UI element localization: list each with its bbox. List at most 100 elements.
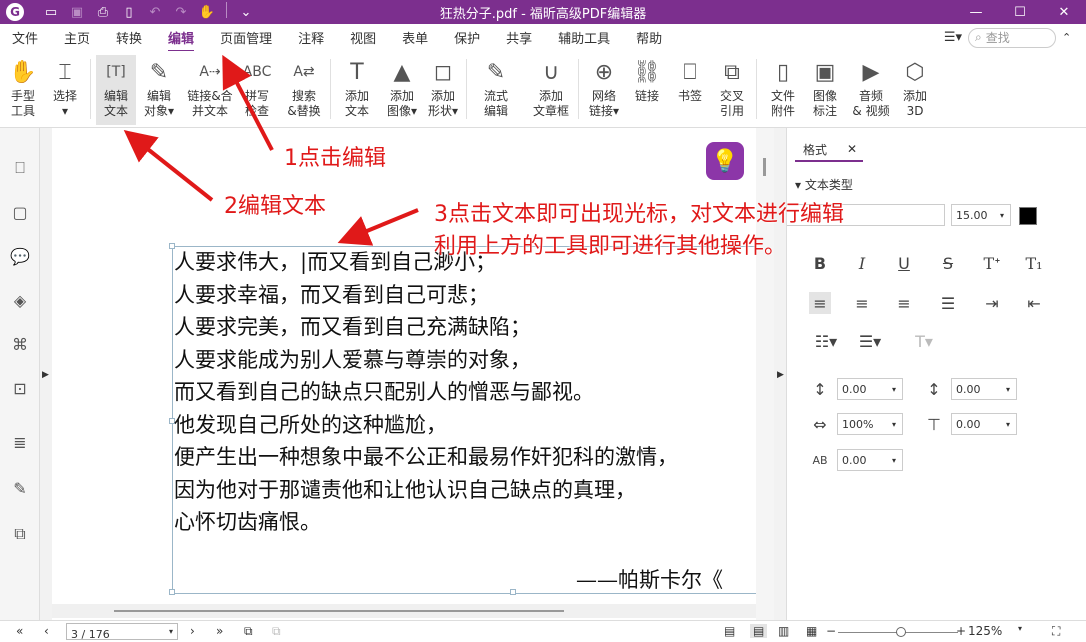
tool-web-link[interactable]: ⊕ 网络 链接▾ [584,55,624,125]
single-page-view-icon[interactable]: ▤ [724,624,735,638]
fullscreen-icon[interactable]: ⛶ [1052,624,1060,639]
tool-add-image[interactable]: ▲ 添加 图像▾ [382,55,422,125]
lightbulb-tips-icon[interactable]: 💡 [706,142,744,180]
document-text-block[interactable]: 人要求伟大，|而又看到自己渺小； 人要求幸福，而又看到自己可悲； 人要求完美，而又看… [174,246,678,539]
layers-panel-icon[interactable]: ◈ [10,290,30,310]
tool-audio-video[interactable]: ▶ 音频 & 视频 [848,55,894,125]
tool-edit-object[interactable]: ✎ 编辑 对象▾ [138,55,180,125]
document-text-line[interactable]: 因为他对于那谴责他和让他认识自己缺点的真理， [174,474,678,507]
resize-handle-bottom[interactable] [510,589,516,595]
search-input[interactable]: ⌕ 查找 [968,27,1056,48]
ribbon-expand-icon[interactable]: ⌃ [1062,31,1086,44]
resize-handle-bottom-left[interactable] [169,589,175,595]
subscript-icon[interactable]: T₁ [1023,252,1045,274]
page-copy-icon[interactable]: ⧉ [272,624,281,639]
justify-icon[interactable]: ☰ [937,292,959,314]
tool-link[interactable]: ⛓ 链接 [628,55,666,125]
menu-item[interactable]: 共享 [506,28,532,47]
font-color-swatch[interactable] [1019,207,1037,225]
menu-item[interactable]: 页面管理 [220,28,272,47]
menu-item[interactable]: 注释 [298,28,324,47]
continuous-facing-view-icon[interactable]: ▦ [806,624,817,638]
tool-link-merge-text[interactable]: A⇢ 链接&合 并文本 [184,55,236,125]
tool-add-article-box[interactable]: ∪ 添加 文章框 [526,55,576,125]
comments-panel-icon[interactable]: 💬 [10,246,30,266]
numbered-list-icon[interactable]: ☰▾ [853,330,887,352]
rotate-view-icon[interactable]: ⧉ [244,624,253,639]
indent-decrease-icon[interactable]: ⇤ [1023,292,1045,314]
save-icon[interactable]: ▣ [64,2,90,22]
align-left-icon[interactable]: ≡ [809,292,831,314]
zoom-out-icon[interactable]: − [826,624,836,638]
next-page-icon[interactable]: › [190,624,195,638]
document-text-line[interactable]: 而又看到自己的缺点只配别人的憎恶与鄙视。 [174,376,678,409]
align-right-icon[interactable]: ≡ [893,292,915,314]
line-spacing-select[interactable]: 0.00 ▾ [837,378,903,400]
maximize-button[interactable]: ☐ [998,0,1042,24]
print-icon[interactable]: ⎙ [90,2,116,22]
document-text-line[interactable]: 人要求幸福，而又看到自己可悲； [174,279,678,312]
redo-icon[interactable]: ↷ [168,2,194,22]
attachments-panel-icon[interactable]: ⌘ [10,334,30,354]
minimize-button[interactable]: — [954,0,998,24]
section-text-type[interactable]: ▾ 文本类型 [795,176,853,193]
character-spacing-select[interactable]: 0.00 ▾ [837,449,903,471]
right-panel-collapse-icon[interactable]: ▶ [777,370,784,380]
superscript-icon[interactable]: Tᐩ [981,252,1003,274]
menu-item[interactable]: 帮助 [636,28,662,47]
strikethrough-icon[interactable]: S [937,252,959,274]
zoom-in-icon[interactable]: + [956,624,966,638]
document-signature-line[interactable]: ——帕斯卡尔《 [576,564,723,594]
scroll-thumb[interactable] [114,610,564,612]
underline-icon[interactable]: U [893,252,915,274]
tool-flow-edit[interactable]: ✎ 流式 编辑 [474,55,518,125]
hand-tool-icon[interactable]: ✋ [194,2,220,22]
tool-image-annotation[interactable]: ▣ 图像 标注 [806,55,844,125]
indent-increase-icon[interactable]: ⇥ [981,292,1003,314]
bullet-list-icon[interactable]: ☷▾ [809,330,843,352]
document-panel-icon[interactable]: ≣ [10,432,30,452]
menu-item[interactable]: 文件 [12,28,38,47]
close-button[interactable]: ✕ [1042,0,1086,24]
document-text-line[interactable]: 便产生出一种想象中最不公正和最易作奸犯科的激情， [174,441,678,474]
align-center-icon[interactable]: ≡ [851,292,873,314]
font-size-select[interactable]: 15.00 ▾ [951,204,1011,226]
last-page-icon[interactable]: » [216,624,223,638]
undo-icon[interactable]: ↶ [142,2,168,22]
left-panel-expand-icon[interactable]: ▶ [42,370,49,380]
open-folder-icon[interactable]: ▭ [38,2,64,22]
zoom-dropdown-icon[interactable]: ▾ [1018,624,1022,633]
tool-bookmark[interactable]: ⎕ 书签 [672,55,708,125]
document-text-line[interactable]: 人要求能成为别人爱慕与尊崇的对象， [174,344,678,377]
new-file-icon[interactable]: ▯ [116,2,142,22]
bold-icon[interactable]: B [809,252,831,274]
security-panel-icon[interactable]: ⊡ [10,378,30,398]
tool-spell-check[interactable]: ABC 拼写 检查 [238,55,276,125]
previous-page-icon[interactable]: ‹ [44,624,49,638]
menu-item[interactable]: 辅助工具 [558,28,610,47]
tool-add-3d[interactable]: ⬡ 添加 3D [896,55,934,125]
character-scale-select[interactable]: 100% ▾ [837,413,903,435]
menu-item[interactable]: 转换 [116,28,142,47]
paragraph-spacing-select[interactable]: 0.00 ▾ [951,378,1017,400]
horizontal-scrollbar[interactable] [52,604,756,618]
signature-panel-icon[interactable]: ✎ [10,478,30,498]
tool-hand[interactable]: ✋ 手型 工具 [4,55,42,125]
document-text-line[interactable]: 他发现自己所处的这种尴尬， [174,409,678,442]
page-number-input[interactable]: 3 / 176 ▾ [66,623,178,641]
menu-item[interactable]: 视图 [350,28,376,47]
page-labels-panel-icon[interactable]: ⧉ [10,524,30,544]
search-options-icon[interactable]: ☰▾ [944,30,962,45]
tool-select-cursor[interactable]: ⌶ 选择 ▾ [46,55,84,125]
tool-add-text[interactable]: T 添加 文本 [338,55,376,125]
italic-icon[interactable]: I [851,252,873,274]
first-page-icon[interactable]: « [16,624,23,638]
tool-edit-text[interactable]: [T] 编辑 文本 [96,55,136,125]
scroll-thumb[interactable] [763,158,766,176]
text-effect-icon[interactable]: T▾ [907,330,941,352]
tool-add-shape[interactable]: ◻ 添加 形状▾ [422,55,464,125]
bookmark-panel-icon[interactable]: ⎕ [10,158,30,178]
baseline-offset-select[interactable]: 0.00 ▾ [951,413,1017,435]
document-text-line[interactable]: 人要求完美，而又看到自己充满缺陷； [174,311,678,344]
close-icon[interactable]: ✕ [847,142,857,156]
